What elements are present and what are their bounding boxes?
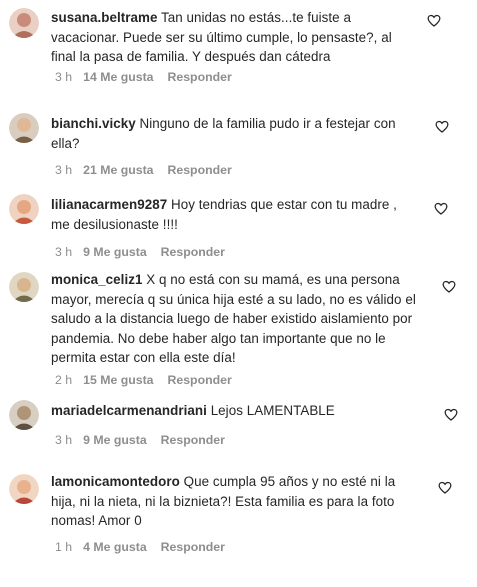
reply-button[interactable]: Responder: [161, 540, 225, 554]
reply-button[interactable]: Responder: [168, 373, 232, 387]
comment-time[interactable]: 3 h: [55, 163, 72, 177]
reply-button[interactable]: Responder: [168, 163, 232, 177]
avatar[interactable]: [9, 400, 39, 430]
avatar[interactable]: [9, 8, 39, 38]
comment-likes[interactable]: 9 Me gusta: [83, 433, 147, 447]
avatar[interactable]: [9, 194, 39, 224]
heart-outline-icon[interactable]: [442, 280, 456, 293]
reply-button[interactable]: Responder: [168, 70, 232, 84]
comment-time[interactable]: 2 h: [55, 373, 72, 387]
heart-outline-icon[interactable]: [427, 14, 441, 27]
comment-username[interactable]: bianchi.vicky: [51, 116, 136, 131]
comment-likes[interactable]: 4 Me gusta: [83, 540, 147, 554]
avatar[interactable]: [9, 474, 39, 504]
comment-text: Lejos LAMENTABLE: [210, 403, 335, 418]
comment-likes[interactable]: 15 Me gusta: [83, 373, 153, 387]
comment-likes[interactable]: 21 Me gusta: [83, 163, 153, 177]
comment-time[interactable]: 3 h: [55, 245, 72, 259]
heart-outline-icon[interactable]: [435, 120, 449, 133]
reply-button[interactable]: Responder: [161, 433, 225, 447]
comment-likes[interactable]: 9 Me gusta: [83, 245, 147, 259]
heart-outline-icon[interactable]: [444, 408, 458, 421]
avatar[interactable]: [9, 272, 39, 302]
heart-outline-icon[interactable]: [438, 481, 452, 494]
heart-outline-icon[interactable]: [434, 202, 448, 215]
comment-username[interactable]: mariadelcarmenandriani: [51, 403, 207, 418]
comment-username[interactable]: lilianacarmen9287: [51, 197, 167, 212]
comment-username[interactable]: monica_celiz1: [51, 272, 142, 287]
comment-time[interactable]: 3 h: [55, 433, 72, 447]
comment-username[interactable]: lamonicamontedoro: [51, 474, 180, 489]
comment-time[interactable]: 3 h: [55, 70, 72, 84]
comment-time[interactable]: 1 h: [55, 540, 72, 554]
reply-button[interactable]: Responder: [161, 245, 225, 259]
comment-likes[interactable]: 14 Me gusta: [83, 70, 153, 84]
avatar[interactable]: [9, 113, 39, 143]
comment-username[interactable]: susana.beltrame: [51, 10, 157, 25]
